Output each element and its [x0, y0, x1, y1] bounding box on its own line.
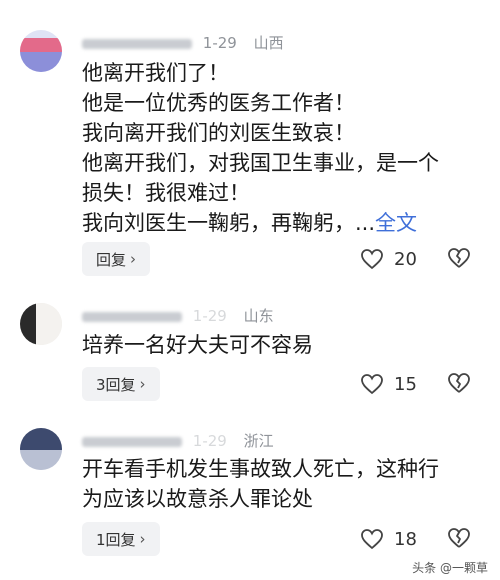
comment-line: 培养一名好大夫可不容易 — [82, 333, 313, 357]
comment-line: 我向离开我们的刘医生致哀！ — [82, 121, 355, 145]
heart-icon — [361, 249, 383, 270]
comment-line: 他离开我们，对我国卫生事业，是一个 — [82, 151, 439, 175]
comment-meta: 1-29 山东 — [82, 305, 274, 326]
comment-meta: 1-29 浙江 — [82, 430, 274, 451]
like-count: 20 — [394, 248, 417, 270]
reply-label: 3回复 — [96, 375, 136, 394]
reply-button[interactable]: 1回复 › — [82, 522, 160, 556]
comment-line: 他是一位优秀的医务工作者！ — [82, 91, 355, 115]
chevron-right-icon: › — [139, 375, 146, 393]
like-button[interactable]: 18 — [360, 528, 417, 550]
broken-heart-icon — [448, 373, 470, 393]
comment-location: 山西 — [253, 34, 284, 52]
dislike-button[interactable] — [446, 526, 472, 552]
comment-line-last: 我向刘医生一鞠躬，再鞠躬，...全文 — [82, 208, 482, 238]
chevron-right-icon: › — [130, 250, 137, 268]
comment-3: 1-29 浙江 开车看手机发生事故致人死亡，这种行 为应该以故意杀人罪论处 1回… — [0, 410, 500, 580]
username-blurred[interactable] — [82, 311, 182, 322]
like-button[interactable]: 15 — [360, 373, 417, 395]
full-text-link[interactable]: 全文 — [375, 211, 417, 235]
comment-line: 他离开我们了！ — [82, 61, 229, 85]
reply-button[interactable]: 3回复 › — [82, 367, 160, 401]
comment-location: 山东 — [243, 307, 274, 325]
dislike-button[interactable] — [446, 371, 472, 397]
comment-date: 1-29 — [192, 432, 227, 450]
reply-button[interactable]: 回复 › — [82, 242, 151, 276]
user-avatar[interactable] — [20, 30, 62, 72]
broken-heart-icon — [448, 528, 470, 548]
comment-line: 损失！我很难过！ — [82, 181, 250, 205]
like-count: 15 — [394, 373, 417, 395]
user-avatar[interactable] — [20, 303, 62, 345]
comment-meta: 1-29 山西 — [82, 32, 284, 53]
username-blurred[interactable] — [82, 38, 192, 49]
broken-heart-icon — [448, 248, 470, 268]
comment-date: 1-29 — [202, 34, 237, 52]
comment-text: 他离开我们了！ 他是一位优秀的医务工作者！ 我向离开我们的刘医生致哀！ 他离开我… — [82, 58, 482, 238]
reply-label: 回复 — [96, 250, 127, 269]
heart-icon — [361, 529, 383, 550]
comment-1: 1-29 山西 他离开我们了！ 他是一位优秀的医务工作者！ 我向离开我们的刘医生… — [0, 0, 500, 285]
like-count: 18 — [394, 528, 417, 550]
comment-date: 1-29 — [192, 307, 227, 325]
comment-location: 浙江 — [243, 432, 274, 450]
comment-line: 开车看手机发生事故致人死亡，这种行 — [82, 457, 439, 481]
reply-label: 1回复 — [96, 530, 136, 549]
comment-text: 培养一名好大夫可不容易 — [82, 330, 482, 360]
user-avatar[interactable] — [20, 428, 62, 470]
comment-text: 开车看手机发生事故致人死亡，这种行 为应该以故意杀人罪论处 — [82, 454, 482, 514]
comment-2: 1-29 山东 培养一名好大夫可不容易 3回复 › 15 — [0, 285, 500, 410]
heart-icon — [361, 374, 383, 395]
like-button[interactable]: 20 — [360, 248, 417, 270]
chevron-right-icon: › — [139, 530, 146, 548]
watermark: 头条 @一颗草 — [412, 561, 488, 575]
username-blurred[interactable] — [82, 436, 182, 447]
comment-line: 为应该以故意杀人罪论处 — [82, 487, 313, 511]
dislike-button[interactable] — [446, 246, 472, 272]
comment-line: 我向刘医生一鞠躬，再鞠躬，... — [82, 211, 376, 235]
